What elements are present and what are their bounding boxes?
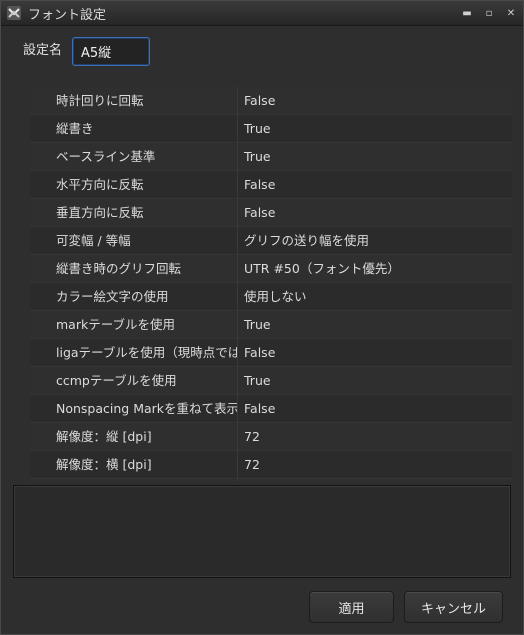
maximize-icon[interactable]: ▫: [483, 8, 495, 19]
cancel-button[interactable]: キャンセル: [404, 591, 503, 623]
property-key: 事前ヒンティング: [30, 479, 238, 481]
property-key: ligaテーブルを使用（現時点では非: [30, 339, 238, 366]
font-settings-window: フォント設定 ▬ ▫ ✕ 設定名 時計回りに回転False縦書きTrueベースラ…: [0, 0, 524, 635]
property-key: 解像度：横 [dpi]: [30, 451, 238, 478]
property-value[interactable]: True: [238, 311, 512, 338]
description-area[interactable]: [13, 485, 511, 578]
property-key: 水平方向に反転: [30, 171, 238, 198]
property-key: 可変幅 / 等幅: [30, 227, 238, 254]
property-row[interactable]: 水平方向に反転 False: [30, 171, 512, 199]
property-value[interactable]: True: [238, 143, 512, 170]
property-row[interactable]: カラー絵文字の使用 使用しない: [30, 283, 512, 311]
app-icon: [5, 4, 23, 22]
property-key: 解像度：縦 [dpi]: [30, 423, 238, 450]
window-title: フォント設定: [28, 7, 107, 23]
property-key: 垂直方向に反転: [30, 199, 238, 226]
setting-name-label: 設定名: [23, 43, 63, 58]
property-row[interactable]: ligaテーブルを使用（現時点では非 False: [30, 339, 512, 367]
property-value[interactable]: False: [238, 479, 512, 481]
property-value[interactable]: True: [238, 115, 512, 142]
setting-name-input[interactable]: [72, 37, 150, 66]
property-table[interactable]: 時計回りに回転 False 縦書き True ベースライン基準 True 水平方向に反転 Fa…: [30, 87, 512, 481]
property-row[interactable]: 解像度：縦 [dpi] 72: [30, 423, 512, 451]
property-row[interactable]: markテーブルを使用 True: [30, 311, 512, 339]
property-row[interactable]: 可変幅 / 等幅 グリフの送り幅を使用: [30, 227, 512, 255]
property-value[interactable]: False: [238, 199, 512, 226]
property-row[interactable]: 縦書き True: [30, 115, 512, 143]
property-value[interactable]: False: [238, 171, 512, 198]
window-controls: ▬ ▫ ✕: [461, 1, 517, 25]
property-row[interactable]: 時計回りに回転 False: [30, 87, 512, 115]
property-row[interactable]: 垂直方向に反転 False: [30, 199, 512, 227]
property-row[interactable]: ccmpテーブルを使用 True: [30, 367, 512, 395]
property-key: 縦書き時のグリフ回転: [30, 255, 238, 282]
apply-button[interactable]: 適用: [309, 591, 394, 623]
close-icon[interactable]: ✕: [505, 8, 517, 19]
property-row[interactable]: 解像度：横 [dpi] 72: [30, 451, 512, 479]
property-value[interactable]: グリフの送り幅を使用: [238, 227, 512, 254]
property-key: カラー絵文字の使用: [30, 283, 238, 310]
property-value[interactable]: UTR #50（フォント優先）: [238, 255, 512, 282]
property-value[interactable]: False: [238, 339, 512, 366]
minimize-icon[interactable]: ▬: [461, 8, 473, 19]
property-value[interactable]: 使用しない: [238, 283, 512, 310]
property-row[interactable]: ベースライン基準 True: [30, 143, 512, 171]
property-row[interactable]: 縦書き時のグリフ回転 UTR #50（フォント優先）: [30, 255, 512, 283]
property-key: ccmpテーブルを使用: [30, 367, 238, 394]
property-row[interactable]: 事前ヒンティングFalse: [30, 479, 512, 481]
title-bar[interactable]: フォント設定 ▬ ▫ ✕: [1, 1, 523, 26]
property-value[interactable]: 72: [238, 451, 512, 478]
property-value[interactable]: 72: [238, 423, 512, 450]
property-value[interactable]: False: [238, 87, 512, 114]
property-value[interactable]: False: [238, 395, 512, 422]
property-key: ベースライン基準: [30, 143, 238, 170]
property-key: 縦書き: [30, 115, 238, 142]
property-key: 時計回りに回転: [30, 87, 238, 114]
property-key: Nonspacing Markを重ねて表示: [30, 395, 238, 422]
property-key: markテーブルを使用: [30, 311, 238, 338]
property-row[interactable]: Nonspacing Markを重ねて表示 False: [30, 395, 512, 423]
setting-name-row: 設定名: [23, 37, 150, 66]
property-value[interactable]: True: [238, 367, 512, 394]
